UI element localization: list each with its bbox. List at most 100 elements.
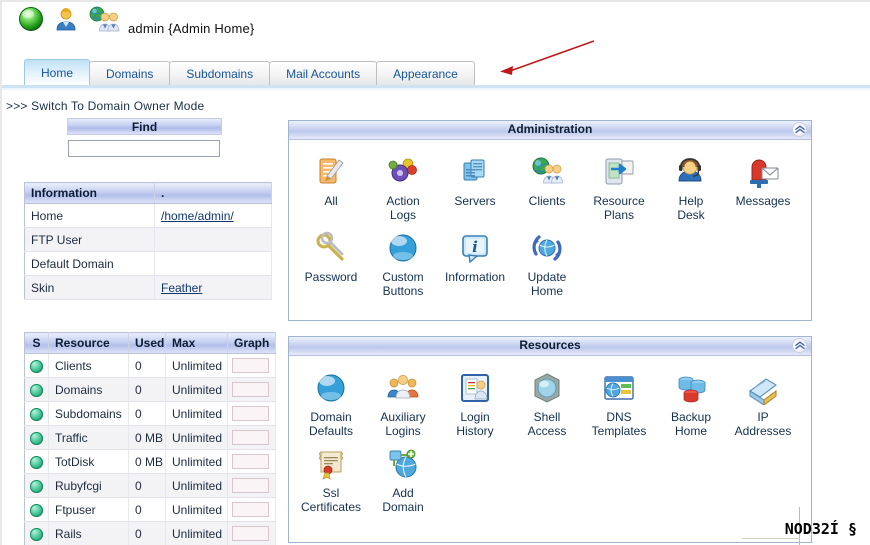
- resource-graph[interactable]: [227, 377, 276, 402]
- info-label: Home: [24, 203, 155, 228]
- info-label: FTP User: [24, 227, 155, 252]
- resource-name: TotDisk: [48, 449, 129, 474]
- tab-list: Home Domains Subdomains Mail Accounts Ap…: [24, 59, 475, 85]
- table-row: Rubyfcgi 0 Unlimited: [24, 473, 276, 498]
- tile-help-desk[interactable]: Help Desk: [655, 148, 727, 222]
- table-row: Subdomains 0 Unlimited: [24, 401, 276, 426]
- tab-domains[interactable]: Domains: [89, 61, 171, 85]
- col-status: S: [24, 332, 49, 354]
- resource-graph[interactable]: [227, 473, 276, 498]
- tile-label: Shell Access: [527, 410, 567, 438]
- resource-graph[interactable]: [227, 497, 276, 522]
- tile-label: Clients: [528, 194, 566, 208]
- resource-max: Unlimited: [165, 449, 228, 474]
- tile-messages[interactable]: Messages: [727, 148, 799, 208]
- info-value: [154, 227, 272, 252]
- clipboard-pen-icon: [295, 152, 367, 192]
- tile-label: Custom Buttons: [382, 270, 424, 298]
- graph-placeholder-icon: [232, 406, 269, 421]
- resource-graph[interactable]: [227, 401, 276, 426]
- resource-graph[interactable]: [227, 353, 276, 378]
- table-row: Traffic 0 MB Unlimited: [24, 425, 276, 450]
- tab-bar: Home Domains Subdomains Mail Accounts Ap…: [2, 59, 870, 90]
- chevron-double-up-icon[interactable]: [792, 122, 807, 137]
- tile-resource-plans[interactable]: Resource Plans: [583, 148, 655, 222]
- resource-name: Ftpuser: [48, 497, 129, 522]
- resources-panel-title: Resources: [519, 338, 581, 352]
- status-cell: [24, 353, 49, 378]
- tile-ssl-certificates[interactable]: Ssl Certificates: [295, 440, 367, 514]
- resource-used: 0: [128, 521, 166, 545]
- graph-placeholder-icon: [232, 430, 269, 445]
- tab-home[interactable]: Home: [24, 59, 91, 85]
- tile-label: Resource Plans: [593, 194, 645, 222]
- header-icon-group: [18, 6, 120, 35]
- table-row: TotDisk 0 MB Unlimited: [24, 449, 276, 474]
- resource-used: 0: [128, 401, 166, 426]
- administration-panel-header: Administration: [289, 121, 811, 140]
- find-panel: Find: [2, 114, 287, 164]
- graph-placeholder-icon: [232, 358, 269, 373]
- refresh-globe-icon: [511, 228, 583, 268]
- tile-label: Messages: [735, 194, 791, 208]
- tile-information[interactable]: i Information: [439, 224, 511, 284]
- tab-appearance[interactable]: Appearance: [376, 61, 475, 85]
- home-path-link[interactable]: /home/admin/: [161, 209, 234, 223]
- tile-label: Help Desk: [677, 194, 705, 222]
- chevron-double-up-icon[interactable]: [792, 338, 807, 353]
- skin-link[interactable]: Feather: [161, 281, 202, 295]
- tile-login-history[interactable]: Login History: [439, 364, 511, 438]
- tile-label: Ssl Certificates: [300, 486, 362, 514]
- table-row: FTP User: [24, 227, 272, 252]
- ip-address-icon: [727, 368, 799, 408]
- administration-icon-row-2: Password Custom Buttons i Information Update…: [289, 222, 811, 298]
- tab-mail-accounts[interactable]: Mail Accounts: [269, 61, 378, 85]
- resource-used: 0 MB: [128, 425, 166, 450]
- tile-add-domain[interactable]: Add Domain: [367, 440, 439, 514]
- tile-ip-addresses[interactable]: IP Addresses: [727, 364, 799, 438]
- resource-graph[interactable]: [227, 425, 276, 450]
- resources-icon-row-2: Ssl Certificates Add Domain: [289, 438, 811, 514]
- tile-action-logs[interactable]: Action Logs: [367, 148, 439, 222]
- tile-label: Add Domain: [382, 486, 424, 514]
- status-cell: [24, 377, 49, 402]
- tile-all[interactable]: All: [295, 148, 367, 208]
- col-information: Information: [24, 182, 155, 204]
- tile-dns-templates[interactable]: DNS Templates: [583, 364, 655, 438]
- status-cell: [24, 449, 49, 474]
- col-graph: Graph: [227, 332, 276, 354]
- tile-label: All: [324, 194, 338, 208]
- tile-custom-buttons[interactable]: Custom Buttons: [367, 224, 439, 298]
- page-header: admin {Admin Home}: [2, 2, 870, 54]
- tab-subdomains[interactable]: Subdomains: [169, 61, 271, 85]
- resource-graph[interactable]: [227, 449, 276, 474]
- page-title: admin {Admin Home}: [128, 21, 255, 36]
- resource-table-header-row: S Resource Used Max Graph: [24, 332, 276, 354]
- info-label: Skin: [24, 275, 155, 300]
- blue-sphere-icon: [367, 228, 439, 268]
- resource-graph[interactable]: [227, 521, 276, 545]
- search-input[interactable]: [68, 140, 220, 157]
- blue-sphere-icon: [295, 368, 367, 408]
- servers-icon: [439, 152, 511, 192]
- tile-shell-access[interactable]: Shell Access: [511, 364, 583, 438]
- tile-servers[interactable]: Servers: [439, 148, 511, 208]
- svg-text:i: i: [472, 238, 478, 256]
- tile-password[interactable]: Password: [295, 224, 367, 284]
- administration-panel: Administration All Action Logs Servers Clie…: [288, 120, 812, 321]
- tile-update-home[interactable]: Update Home: [511, 224, 583, 298]
- tile-domain-defaults[interactable]: Domain Defaults: [295, 364, 367, 438]
- tile-auxiliary-logins[interactable]: Auxiliary Logins: [367, 364, 439, 438]
- globe-users-icon: [88, 6, 120, 35]
- graph-placeholder-icon: [232, 382, 269, 397]
- status-dot-icon: [30, 479, 43, 493]
- resource-used: 0: [128, 353, 166, 378]
- resource-used: 0: [128, 377, 166, 402]
- tile-backup-home[interactable]: Backup Home: [655, 364, 727, 438]
- users-group-icon: [367, 368, 439, 408]
- switch-to-domain-owner-mode-link[interactable]: >>> Switch To Domain Owner Mode: [6, 99, 204, 113]
- col-value: .: [154, 182, 272, 204]
- resources-panel-header: Resources: [289, 337, 811, 356]
- tile-clients[interactable]: Clients: [511, 148, 583, 208]
- resource-used: 0 MB: [128, 449, 166, 474]
